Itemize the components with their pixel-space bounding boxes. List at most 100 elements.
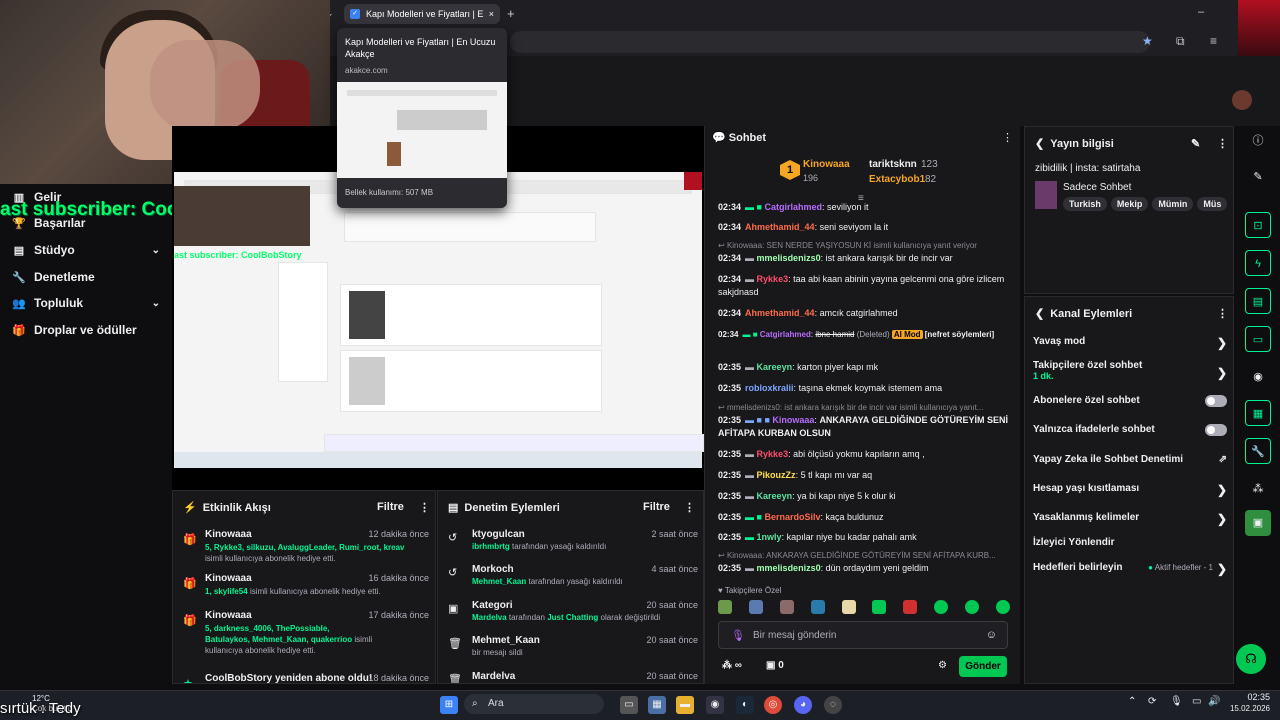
account-age-row[interactable]: Hesap yaşı kısıtlaması ❯ xyxy=(1033,483,1229,497)
extensions-icon[interactable]: ⧉ xyxy=(1176,34,1185,49)
new-tab-button[interactable]: + xyxy=(507,6,515,21)
emote-icon[interactable] xyxy=(779,600,794,614)
msg-user[interactable]: Catgirlahmed xyxy=(760,330,811,339)
gift-counter[interactable]: ▣ 0 xyxy=(766,660,784,671)
lightning-icon[interactable]: ϟ xyxy=(1245,250,1271,276)
avatar[interactable] xyxy=(1232,90,1252,110)
nav-item-topluluk[interactable]: 👥 Topluluk ⌄ xyxy=(12,296,160,310)
points-icon[interactable]: ⁂ xyxy=(1245,476,1271,502)
msg-user[interactable]: Ahmethamid_44 xyxy=(745,308,815,318)
msg-user[interactable]: Ahmethamid_44 xyxy=(745,222,815,232)
chrome-icon[interactable]: ◎ xyxy=(764,696,782,714)
more-options-icon[interactable]: ⋮ xyxy=(1217,307,1228,320)
app-icon[interactable]: ◌ xyxy=(824,696,842,714)
sync-icon[interactable]: ⟳ xyxy=(1148,696,1156,707)
microphone-icon[interactable]: 🎙 xyxy=(1170,696,1183,707)
chat-bubble-icon[interactable]: ▭ xyxy=(1245,326,1271,352)
chat-settings-icon[interactable]: ⚙ xyxy=(938,660,947,671)
volume-icon[interactable]: 🔊 xyxy=(1208,696,1220,707)
edit-icon[interactable]: ✎ xyxy=(1245,164,1271,190)
top-gifter-name[interactable]: Extacybob1 xyxy=(869,174,925,185)
emote-picker-icon[interactable]: ☺ xyxy=(986,629,997,641)
activity-user[interactable]: Kinowaaa xyxy=(205,529,252,540)
taskbar-date[interactable]: 15.02.2026 xyxy=(1226,704,1270,713)
network-icon[interactable]: ▭ xyxy=(1192,696,1201,707)
msg-user[interactable]: mmelisdenizs0 xyxy=(757,563,821,573)
windows-start-icon[interactable]: ⊞ xyxy=(440,696,458,714)
edit-icon[interactable]: ✎ xyxy=(1191,137,1200,150)
taskbar-time[interactable]: 02:35 xyxy=(1226,692,1270,702)
tag[interactable]: Müs xyxy=(1197,197,1228,211)
emote-icon[interactable] xyxy=(810,600,825,614)
microphone-icon[interactable]: 🎙 xyxy=(731,629,745,642)
msg-user[interactable]: Kareeyn xyxy=(757,491,793,501)
followers-only-row[interactable]: Takipçilere özel sohbet 1 dk. ❯ xyxy=(1033,360,1229,382)
menu-icon[interactable]: ≡ xyxy=(1210,34,1217,48)
msg-user[interactable]: Catgirlahmed xyxy=(764,202,822,212)
clipboard-icon[interactable]: ▤ xyxy=(1245,288,1271,314)
tag[interactable]: Mekip xyxy=(1110,197,1149,211)
goals-row[interactable]: Hedefleri belirleyin ● Aktif hedefler - 1… xyxy=(1033,562,1229,576)
emote-icon[interactable] xyxy=(841,600,856,614)
channel-points[interactable]: ⁂ ∞ xyxy=(722,660,742,671)
address-bar[interactable] xyxy=(510,31,1150,53)
taskbar-search[interactable]: ⌕ Ara xyxy=(464,694,604,714)
moderation-filter-button[interactable]: Filtre xyxy=(643,501,670,513)
chat-input[interactable]: 🎙 Bir mesaj gönderin ☺ xyxy=(718,621,1008,649)
msg-user[interactable]: Kinowaaa xyxy=(772,415,814,425)
activity-filter-button[interactable]: Filtre xyxy=(377,501,404,513)
extension-icon[interactable]: ▣ xyxy=(1245,510,1271,536)
mod-user[interactable]: ktyogulcan xyxy=(472,529,525,540)
minimize-icon[interactable]: – xyxy=(1198,6,1204,18)
mod-user[interactable]: Morkoch xyxy=(472,564,514,575)
ai-moderation-row[interactable]: Yapay Zeka ile Sohbet Denetimi ⇗ xyxy=(1033,454,1229,465)
close-tab-icon[interactable]: × xyxy=(489,9,494,19)
activity-user[interactable]: Kinowaaa xyxy=(205,610,252,621)
tag[interactable]: Mümin xyxy=(1152,197,1194,211)
msg-user[interactable]: Rykke3 xyxy=(757,449,789,459)
top-gifter-name[interactable]: tariktsknn xyxy=(869,159,917,170)
emote-only-toggle[interactable] xyxy=(1205,424,1227,436)
obs-icon[interactable]: ◉ xyxy=(706,696,724,714)
msg-user[interactable]: robloxkralii xyxy=(745,383,794,393)
raid-row[interactable]: İzleyici Yönlendir xyxy=(1033,537,1229,548)
emote-icon[interactable] xyxy=(934,600,949,614)
more-options-icon[interactable]: ⋮ xyxy=(1217,137,1228,150)
send-button[interactable]: Gönder xyxy=(959,656,1007,677)
activity-user[interactable]: Kinowaaa xyxy=(205,573,252,584)
mod-user[interactable]: Mehmet_Kaan xyxy=(472,635,540,646)
file-explorer-icon[interactable]: ▬ xyxy=(676,696,694,714)
emote-icon[interactable] xyxy=(965,600,979,614)
ads-icon[interactable]: ▦ xyxy=(1245,400,1271,426)
tray-chevron-icon[interactable]: ⌃ xyxy=(1128,696,1136,707)
emote-icon[interactable] xyxy=(872,600,887,614)
nav-item-droplar[interactable]: 🎁 Droplar ve ödüller xyxy=(12,323,160,337)
slow-mode-row[interactable]: Yavaş mod ❯ xyxy=(1033,336,1229,350)
headset-support-icon[interactable]: ☊ xyxy=(1236,644,1266,674)
category-name[interactable]: Sadece Sohbet xyxy=(1063,182,1131,193)
bookmark-star-icon[interactable]: ★ xyxy=(1142,34,1153,48)
nav-item-denetleme[interactable]: 🔧 Denetleme xyxy=(12,270,160,284)
wrench-icon[interactable]: 🔧 xyxy=(1245,438,1271,464)
emote-icon[interactable] xyxy=(995,600,1010,614)
more-options-icon[interactable]: ⋮ xyxy=(419,501,430,514)
browser-tab[interactable]: ✓ Kapı Modelleri ve Fiyatları | En × xyxy=(344,4,500,24)
msg-user[interactable]: BernardoSilv xyxy=(764,512,820,522)
top-gifter-name[interactable]: Kinowaaa xyxy=(803,159,850,170)
info-icon[interactable]: ⓘ xyxy=(1245,128,1271,154)
msg-user[interactable]: 1nwly xyxy=(757,532,782,542)
more-options-icon[interactable]: ⋮ xyxy=(1002,131,1013,144)
activity-user[interactable]: CoolBobStory yeniden abone oldu! xyxy=(205,673,372,683)
broadcast-icon[interactable]: ◉ xyxy=(1245,364,1271,390)
calculator-icon[interactable]: ▦ xyxy=(648,696,666,714)
nav-item-studyo[interactable]: ▤ Stüdyo ⌄ xyxy=(12,243,160,257)
msg-user[interactable]: Rykke3 xyxy=(757,274,789,284)
banned-words-row[interactable]: Yasaklanmış kelimeler ❯ xyxy=(1033,512,1229,526)
mod-user[interactable]: Mardelva xyxy=(472,671,515,682)
task-view-icon[interactable]: ▭ xyxy=(620,696,638,714)
more-options-icon[interactable]: ⋮ xyxy=(684,501,695,514)
tag[interactable]: Turkish xyxy=(1063,197,1107,211)
msg-user[interactable]: mmelisdenizs0 xyxy=(757,253,821,263)
msg-user[interactable]: Kareeyn xyxy=(757,362,793,372)
steam-icon[interactable]: ◐ xyxy=(736,696,754,714)
